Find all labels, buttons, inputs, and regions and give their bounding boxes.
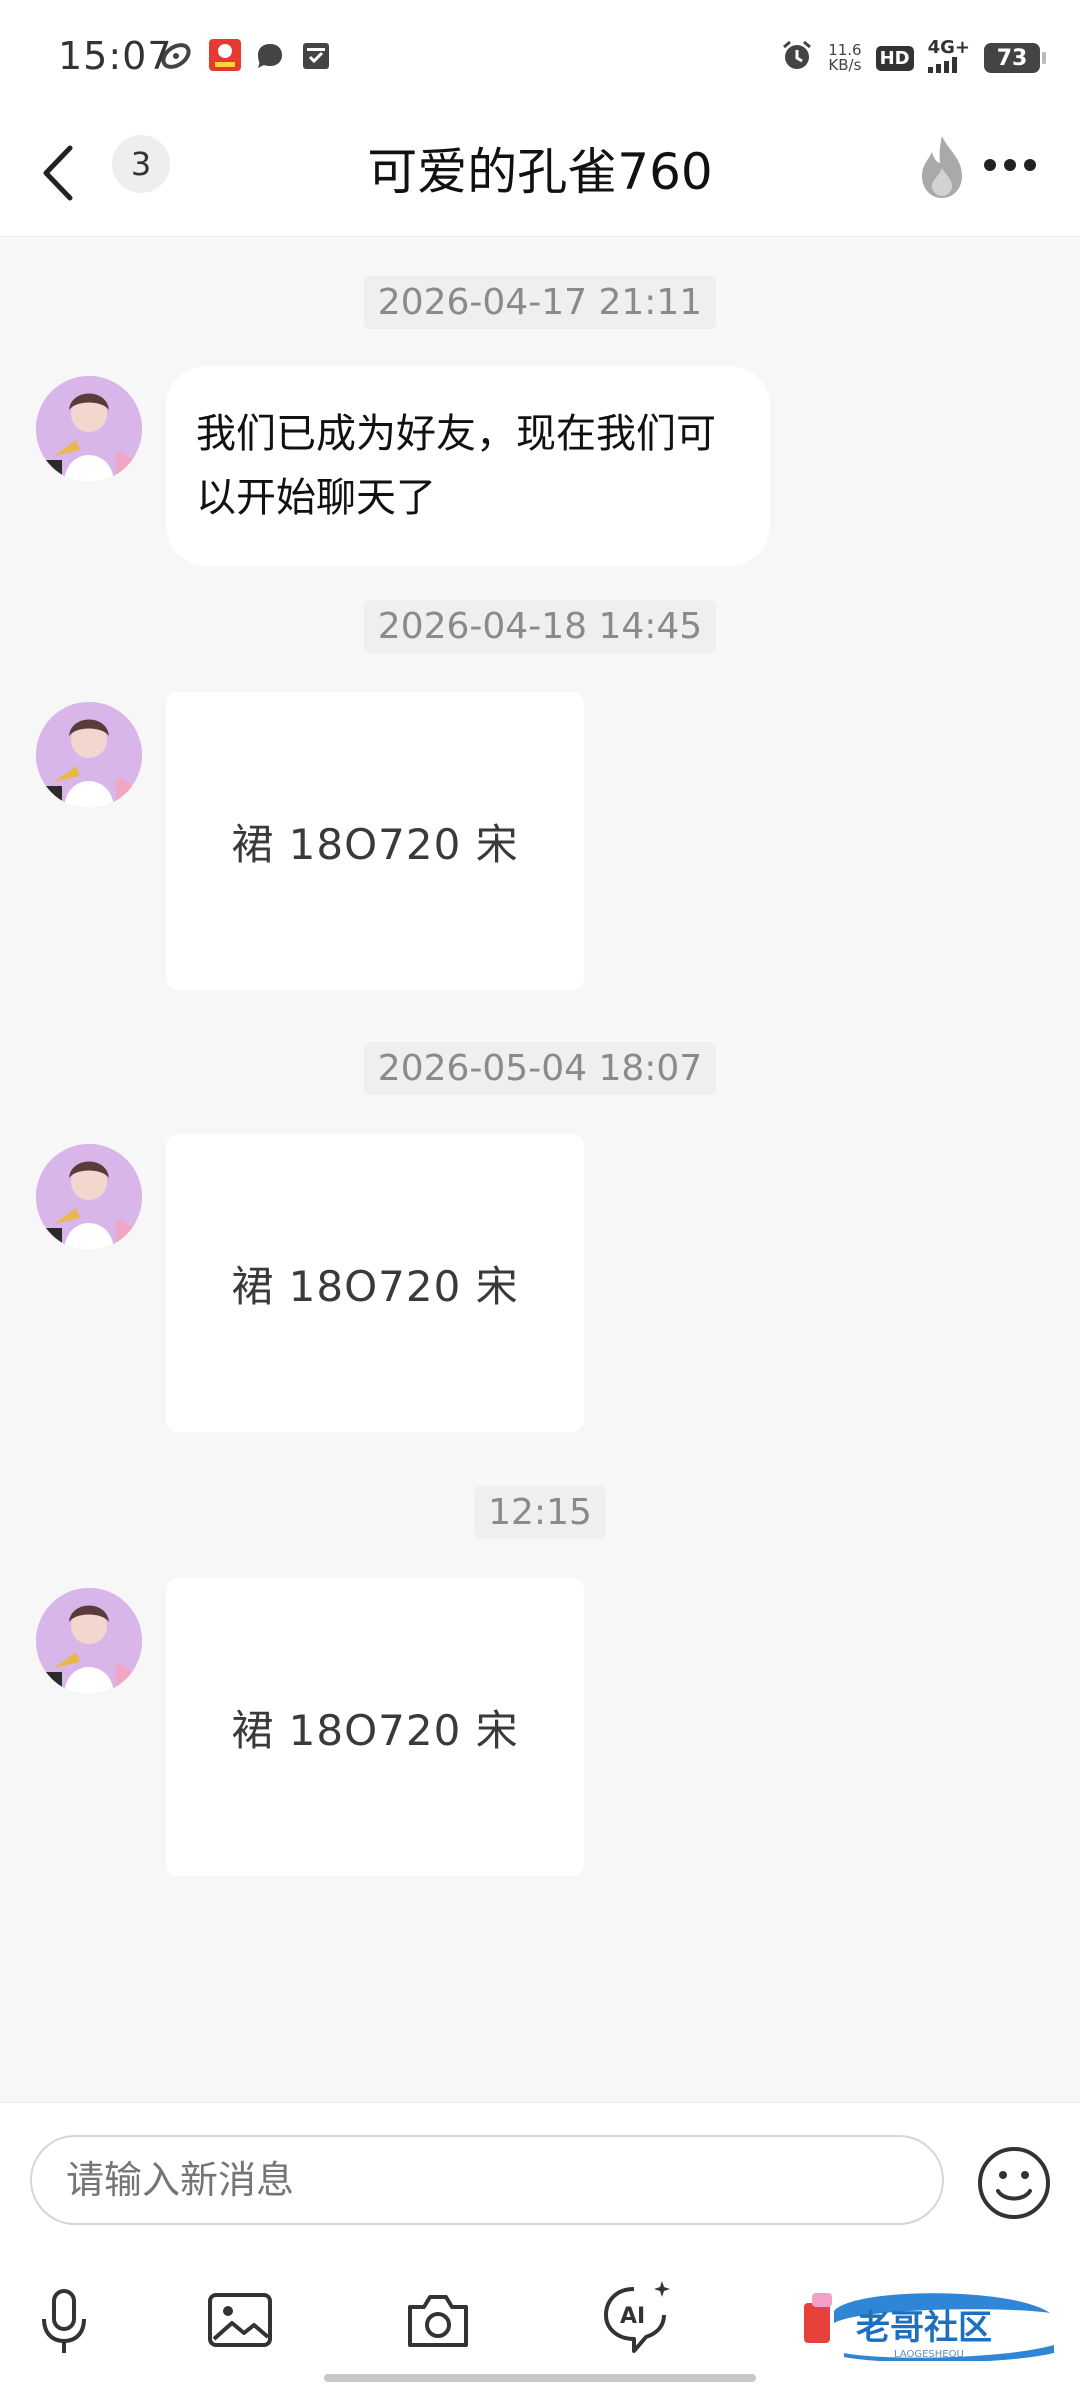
home-indicator[interactable] [324, 2374, 756, 2382]
message-timestamp: 2026-04-17 21:11 [363, 276, 717, 329]
unread-count-badge[interactable]: 3 [112, 135, 170, 193]
more-icon [984, 159, 1036, 171]
svg-text:AI: AI [620, 2304, 645, 2329]
avatar[interactable] [36, 1144, 142, 1250]
fire-icon [922, 136, 962, 198]
battery-indicator: 73 [984, 43, 1046, 73]
avatar-image [36, 376, 142, 482]
image-message[interactable]: 裙 18O720 宋 [166, 1578, 584, 1876]
chat-title: 可爱的孔雀760 [367, 143, 713, 201]
avatar-image [36, 702, 142, 808]
avatar-image [36, 1144, 142, 1250]
microphone-icon [42, 2289, 86, 2353]
voice-button[interactable] [28, 2285, 100, 2357]
status-time: 15:07 [58, 34, 173, 78]
image-message-text: 裙 18O720 宋 [231, 819, 519, 869]
image-message-text: 裙 18O720 宋 [231, 1261, 519, 1311]
avatar[interactable] [36, 1588, 142, 1694]
alarm-icon [780, 39, 814, 77]
camera-icon [408, 2295, 468, 2347]
avatar-image [36, 1588, 142, 1694]
battery-level: 73 [996, 45, 1028, 71]
back-button[interactable] [36, 140, 84, 206]
image-button[interactable] [204, 2285, 276, 2357]
watermark-logo: 老哥社区 LAOGESHEQU [804, 2283, 1064, 2363]
emoji-icon [978, 2147, 1050, 2219]
network-speed: 11.6 KB/s [828, 43, 861, 73]
message-input[interactable] [30, 2135, 944, 2225]
status-right-group: 11.6 KB/s HD 4G+ 73 [780, 36, 1046, 80]
chat-screen: 15:07 11.6 KB/s HD 4G+ 73 3 可爱的孔雀760 202… [0, 0, 1080, 2388]
watermark-subtext: LAOGESHEQU [894, 2349, 964, 2360]
message-timestamp: 12:15 [474, 1486, 606, 1539]
image-icon [208, 2293, 272, 2347]
fire-button[interactable] [912, 132, 972, 202]
watermark-text: 老哥社区 [856, 2308, 992, 2348]
hd-badge: HD [875, 45, 914, 71]
message-timestamp: 2026-05-04 18:07 [363, 1042, 717, 1095]
ai-assistant-button[interactable]: AI [600, 2275, 672, 2353]
emoji-button[interactable] [976, 2145, 1052, 2221]
signal-indicator: 4G+ [927, 37, 970, 77]
back-arrow-icon [43, 145, 73, 201]
more-button[interactable] [980, 140, 1040, 190]
image-message[interactable]: 裙 18O720 宋 [166, 1134, 584, 1432]
network-type: 4G+ [927, 37, 970, 58]
chat-header: 3 可爱的孔雀760 [0, 110, 1080, 237]
ai-assistant-icon: AI [604, 2281, 670, 2353]
text-message-bubble[interactable]: 我们已成为好友，现在我们可以开始聊天了 [166, 366, 770, 566]
watermark-icon: 老哥社区 LAOGESHEQU [804, 2293, 1054, 2363]
message-bubble-icon [254, 40, 286, 76]
message-timestamp: 2026-04-18 14:45 [363, 600, 717, 653]
status-bar: 15:07 11.6 KB/s HD 4G+ 73 [0, 0, 1080, 110]
inbox-icon [300, 40, 332, 76]
signal-icon [927, 57, 964, 77]
net-speed-unit: KB/s [828, 56, 862, 74]
image-message-text: 裙 18O720 宋 [231, 1705, 519, 1755]
camera-button[interactable] [402, 2285, 474, 2357]
swirl-app-icon [160, 40, 192, 76]
avatar[interactable] [36, 702, 142, 808]
avatar[interactable] [36, 376, 142, 482]
input-area: AI 老哥社区 LAOGESHEQU [0, 2102, 1080, 2388]
red-app-icon [208, 38, 242, 76]
image-message[interactable]: 裙 18O720 宋 [166, 692, 584, 990]
